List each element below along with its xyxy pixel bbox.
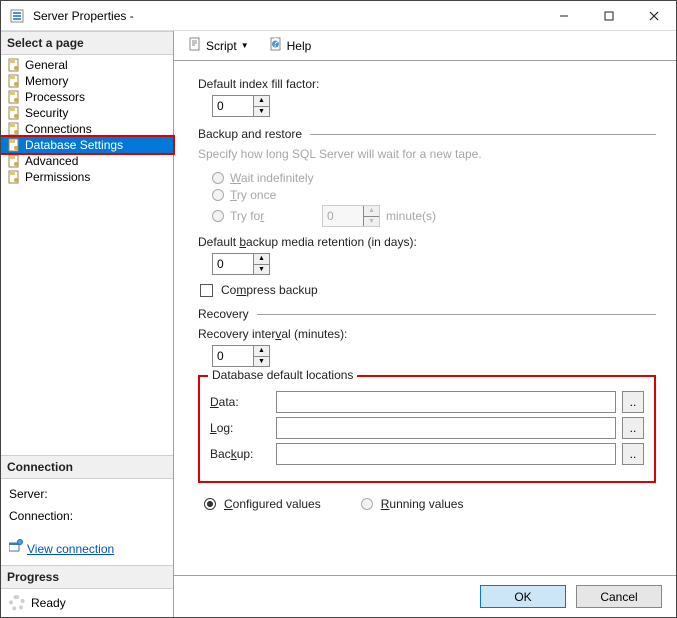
server-label: Server: bbox=[9, 483, 165, 506]
retention-input[interactable]: ▲▼ bbox=[212, 253, 270, 275]
connection-label: Connection: bbox=[9, 505, 165, 528]
log-location-input[interactable] bbox=[276, 417, 616, 439]
window-title: Server Properties - bbox=[31, 9, 541, 23]
data-location-input[interactable] bbox=[276, 391, 616, 413]
page-icon bbox=[7, 106, 21, 120]
dialog-footer: OK Cancel bbox=[174, 575, 676, 617]
minutes-label: minute(s) bbox=[386, 209, 436, 223]
minimize-button[interactable] bbox=[541, 1, 586, 30]
backup-location-label: Backup: bbox=[210, 447, 270, 461]
wait-indefinitely-radio bbox=[212, 172, 224, 184]
nav-item-security[interactable]: Security bbox=[1, 105, 173, 121]
default-locations-group: Database default locations Data: .. Log:… bbox=[198, 375, 656, 483]
recovery-interval-label: Recovery interval (minutes): bbox=[198, 327, 656, 341]
configured-values-radio[interactable] bbox=[204, 498, 216, 510]
nav-item-processors[interactable]: Processors bbox=[1, 89, 173, 105]
fill-factor-input[interactable]: ▲▼ bbox=[212, 95, 270, 117]
backup-browse-button[interactable]: .. bbox=[622, 443, 644, 465]
configured-values-label: Configured values bbox=[224, 497, 321, 511]
nav-item-connections[interactable]: Connections bbox=[1, 121, 173, 137]
data-browse-button[interactable]: .. bbox=[622, 391, 644, 413]
script-icon bbox=[188, 37, 202, 54]
running-values-radio[interactable] bbox=[361, 498, 373, 510]
connection-header: Connection bbox=[1, 455, 173, 479]
try-for-input: ▲▼ bbox=[322, 205, 380, 227]
try-once-label: Try once bbox=[230, 188, 276, 202]
page-icon bbox=[7, 154, 21, 168]
nav-item-advanced[interactable]: Advanced bbox=[1, 153, 173, 169]
nav-item-memory[interactable]: Memory bbox=[1, 73, 173, 89]
dropdown-icon: ▼ bbox=[241, 41, 249, 50]
maximize-button[interactable] bbox=[586, 1, 631, 30]
select-page-header: Select a page bbox=[1, 31, 173, 55]
close-button[interactable] bbox=[631, 1, 676, 30]
help-button[interactable]: ? Help bbox=[265, 35, 316, 56]
backup-restore-header: Backup and restore bbox=[198, 127, 302, 141]
log-location-label: Log: bbox=[210, 421, 270, 435]
retention-label: Default backup media retention (in days)… bbox=[198, 235, 656, 249]
nav-item-permissions[interactable]: Permissions bbox=[1, 169, 173, 185]
nav-item-general[interactable]: General bbox=[1, 57, 173, 73]
page-icon bbox=[7, 170, 21, 184]
try-for-radio bbox=[212, 210, 224, 222]
svg-text:?: ? bbox=[272, 37, 279, 50]
compress-backup-checkbox[interactable] bbox=[200, 284, 213, 297]
wait-indefinitely-label: Wait indefinitely bbox=[230, 171, 314, 185]
tape-wait-note: Specify how long SQL Server will wait fo… bbox=[198, 147, 656, 161]
progress-spinner-icon bbox=[9, 595, 25, 611]
help-icon: ? bbox=[269, 37, 283, 54]
progress-header: Progress bbox=[1, 565, 173, 589]
page-icon bbox=[7, 74, 21, 88]
page-icon bbox=[7, 138, 21, 152]
data-location-label: Data: bbox=[210, 395, 270, 409]
view-connection-link[interactable]: View connection bbox=[9, 538, 114, 561]
running-values-label: Running values bbox=[381, 497, 464, 511]
try-once-radio bbox=[212, 189, 224, 201]
ok-button[interactable]: OK bbox=[480, 585, 566, 608]
try-for-label: Try for bbox=[230, 209, 316, 223]
titlebar: Server Properties - bbox=[1, 1, 676, 31]
content-area: Default index fill factor: ▲▼ Backup and… bbox=[174, 61, 676, 575]
log-browse-button[interactable]: .. bbox=[622, 417, 644, 439]
toolbar: Script ▼ ? Help bbox=[174, 31, 676, 61]
page-icon bbox=[7, 90, 21, 104]
app-icon bbox=[9, 8, 25, 24]
page-icon bbox=[7, 122, 21, 136]
properties-icon bbox=[9, 538, 23, 561]
fill-factor-label: Default index fill factor: bbox=[198, 77, 656, 91]
cancel-button[interactable]: Cancel bbox=[576, 585, 662, 608]
nav-item-database-settings[interactable]: Database Settings bbox=[1, 137, 173, 153]
compress-backup-label: Compress backup bbox=[221, 283, 318, 297]
backup-location-input[interactable] bbox=[276, 443, 616, 465]
page-icon bbox=[7, 58, 21, 72]
server-properties-window: Server Properties - Select a page Genera… bbox=[0, 0, 677, 618]
default-locations-header: Database default locations bbox=[208, 368, 357, 382]
recovery-header: Recovery bbox=[198, 307, 249, 321]
page-nav: GeneralMemoryProcessorsSecurityConnectio… bbox=[1, 55, 173, 187]
recovery-interval-input[interactable]: ▲▼ bbox=[212, 345, 270, 367]
left-panel: Select a page GeneralMemoryProcessorsSec… bbox=[1, 31, 174, 617]
progress-status: Ready bbox=[31, 596, 66, 610]
script-button[interactable]: Script ▼ bbox=[184, 35, 253, 56]
